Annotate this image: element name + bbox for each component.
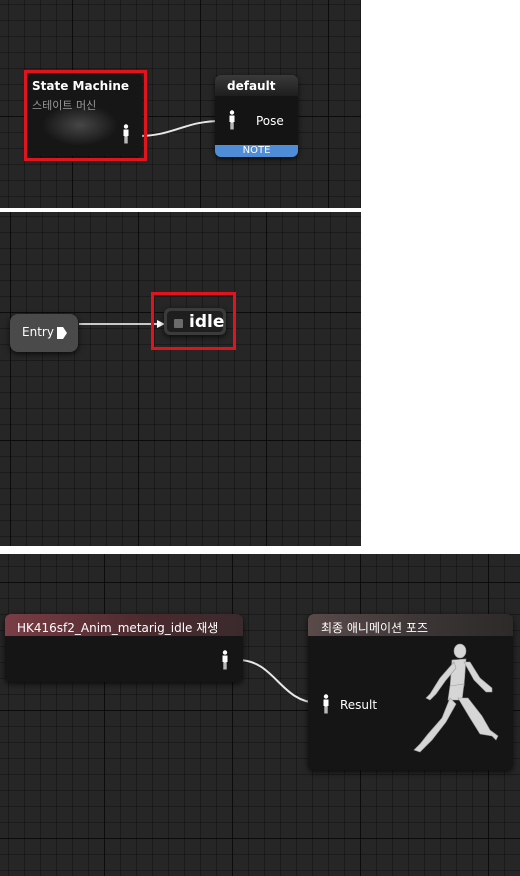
pose-pin-icon[interactable] bbox=[227, 110, 237, 130]
entry-node[interactable]: Entry bbox=[10, 314, 78, 352]
default-output-node[interactable]: default Pose NOTE bbox=[215, 75, 298, 157]
anim-graph-panel[interactable]: State Machine 스테이트 머신 default Pose NOTE bbox=[0, 0, 361, 208]
entry-label: Entry bbox=[22, 325, 54, 339]
transition-wire bbox=[79, 320, 165, 328]
final-pose-title: 최종 애니메이션 포즈 bbox=[308, 614, 513, 636]
mannequin-preview-icon bbox=[413, 643, 499, 753]
output-pose-graph-panel[interactable]: HK416sf2_Anim_metarig_idle 재생 최종 애니메이션 포… bbox=[0, 554, 520, 876]
highlight-box bbox=[24, 70, 147, 161]
play-animation-title: HK416sf2_Anim_metarig_idle 재생 bbox=[5, 614, 243, 636]
pose-pin-label: Pose bbox=[256, 114, 284, 128]
default-node-title: default bbox=[215, 75, 298, 96]
pose-pin-icon[interactable] bbox=[321, 694, 331, 714]
state-machine-graph-panel[interactable]: Entry idle bbox=[0, 212, 361, 546]
play-animation-node[interactable]: HK416sf2_Anim_metarig_idle 재생 bbox=[5, 614, 243, 682]
highlight-box bbox=[151, 292, 236, 350]
result-pin-label: Result bbox=[340, 698, 378, 712]
note-badge: NOTE bbox=[215, 145, 298, 157]
final-animation-pose-node[interactable]: 최종 애니메이션 포즈 Result bbox=[308, 614, 513, 770]
entry-arrow-icon bbox=[57, 327, 67, 339]
pose-pin-icon[interactable] bbox=[220, 650, 230, 670]
